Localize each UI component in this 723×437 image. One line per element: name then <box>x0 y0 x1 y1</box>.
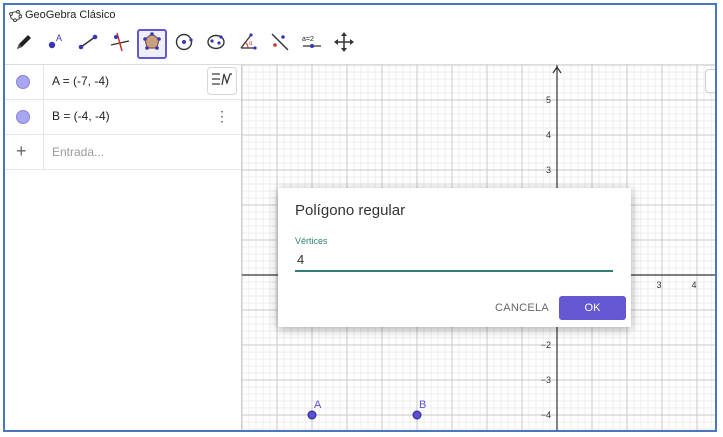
perpendicular-line-icon <box>109 31 131 58</box>
svg-text:A: A <box>56 33 62 43</box>
point-a <box>307 410 317 420</box>
tool-regular-polygon[interactable] <box>137 29 167 59</box>
y-tick-label: 3 <box>546 165 551 175</box>
dialog-title: Polígono regular <box>295 202 406 219</box>
y-tick-label: −2 <box>541 340 551 350</box>
point-b <box>412 410 422 420</box>
app-window: GeoGebra Clásico A α a=2 A = (-7, -4) B … <box>3 3 717 432</box>
tool-angle[interactable]: α <box>233 29 263 59</box>
tool-reflect[interactable] <box>265 29 295 59</box>
tool-segment[interactable] <box>73 29 103 59</box>
visibility-toggle[interactable] <box>16 110 30 124</box>
sort-icon <box>211 72 233 91</box>
point-icon: A <box>45 31 67 58</box>
tool-move-graphics[interactable] <box>329 29 359 59</box>
x-tick-label: 4 <box>691 280 696 290</box>
point-label: B <box>419 399 426 411</box>
tool-slider[interactable]: a=2 <box>297 29 327 59</box>
algebra-row[interactable]: B = (-4, -4) ⋮ <box>5 100 241 135</box>
toolbar: A α a=2 <box>5 26 715 65</box>
algebra-view: A = (-7, -4) B = (-4, -4) ⋮ + Entrada... <box>5 65 242 430</box>
tool-point[interactable]: A <box>41 29 71 59</box>
y-tick-label: −3 <box>541 375 551 385</box>
vertices-label: Vértices <box>295 236 328 246</box>
more-options-icon[interactable]: ⋮ <box>215 109 229 123</box>
geogebra-logo-icon <box>9 9 23 27</box>
ellipse-icon <box>205 31 227 58</box>
graphics-settings-button[interactable] <box>705 69 715 93</box>
window-title: GeoGebra Clásico <box>25 9 116 21</box>
title-bar: GeoGebra Clásico <box>5 5 715 27</box>
cancel-button[interactable]: CANCELA <box>492 296 552 320</box>
algebra-row-text[interactable]: A = (-7, -4) <box>52 74 109 88</box>
move-graphics-view-icon <box>333 31 355 58</box>
tool-perpendicular[interactable] <box>105 29 135 59</box>
add-icon[interactable]: + <box>16 141 27 162</box>
regular-polygon-icon <box>141 31 163 58</box>
x-tick-label: 3 <box>656 280 661 290</box>
algebra-input-row[interactable]: + Entrada... <box>5 135 241 170</box>
ok-button[interactable]: OK <box>559 296 626 320</box>
regular-polygon-dialog: Polígono regular Vértices CANCELA OK <box>278 188 631 327</box>
slider-icon-text: a=2 <box>302 36 314 43</box>
y-tick-label: −4 <box>541 410 551 420</box>
algebra-input[interactable]: Entrada... <box>52 145 104 159</box>
algebra-row-text[interactable]: B = (-4, -4) <box>52 109 110 123</box>
algebra-row[interactable]: A = (-7, -4) <box>5 65 241 100</box>
pen-icon <box>13 31 35 58</box>
slider-icon: a=2 <box>300 31 324 58</box>
circle-with-center-icon <box>173 31 195 58</box>
point-label: A <box>314 399 322 411</box>
tool-circle[interactable] <box>169 29 199 59</box>
segment-icon <box>77 31 99 58</box>
reflect-about-line-icon <box>269 31 291 58</box>
visibility-toggle[interactable] <box>16 75 30 89</box>
angle-icon: α <box>237 31 259 58</box>
sort-button[interactable] <box>207 67 237 95</box>
vertices-input[interactable] <box>295 248 613 272</box>
tool-pen[interactable] <box>9 29 39 59</box>
svg-text:α: α <box>249 41 253 47</box>
y-tick-label: 5 <box>546 95 551 105</box>
tool-ellipse[interactable] <box>201 29 231 59</box>
y-tick-label: 4 <box>546 130 551 140</box>
